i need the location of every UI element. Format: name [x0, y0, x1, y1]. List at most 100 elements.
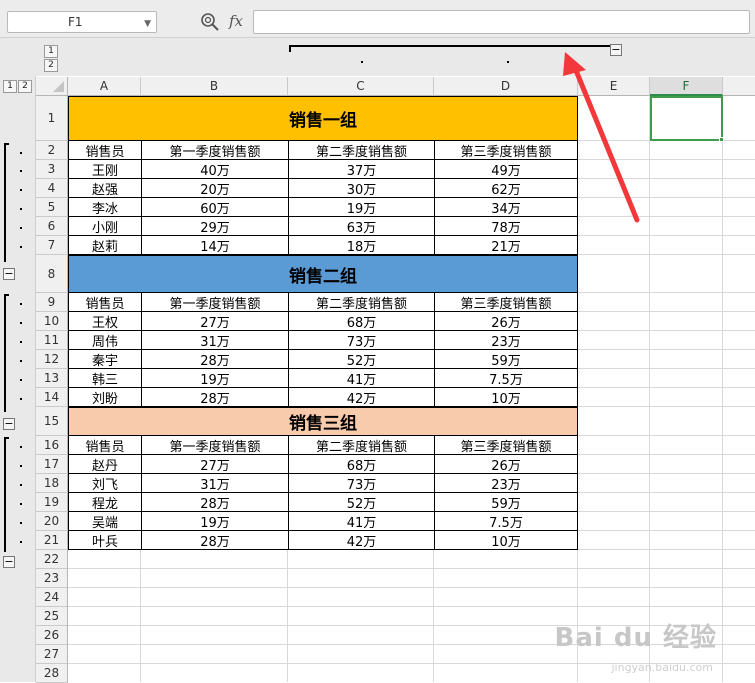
- group-title[interactable]: 销售三组: [68, 407, 578, 436]
- table-cell[interactable]: 73万: [288, 331, 434, 350]
- table-cell[interactable]: 程龙: [68, 493, 141, 512]
- column-header-b[interactable]: B: [141, 77, 288, 96]
- table-cell[interactable]: 刘飞: [68, 474, 141, 493]
- table-cell[interactable]: 63万: [288, 217, 434, 236]
- row-header[interactable]: 20: [36, 512, 68, 531]
- table-cell[interactable]: 40万: [141, 160, 288, 179]
- table-cell[interactable]: 19万: [141, 369, 288, 388]
- row-header[interactable]: 25: [36, 607, 68, 626]
- table-cell[interactable]: 59万: [434, 493, 578, 512]
- table-cell[interactable]: 秦宇: [68, 350, 141, 369]
- table-cell[interactable]: 10万: [434, 531, 578, 550]
- table-cell[interactable]: 19万: [288, 198, 434, 217]
- column-header-f[interactable]: F: [650, 77, 723, 96]
- table-cell[interactable]: 28万: [141, 493, 288, 512]
- table-cell[interactable]: 73万: [288, 474, 434, 493]
- table-cell[interactable]: 赵莉: [68, 236, 141, 255]
- table-cell[interactable]: 31万: [141, 331, 288, 350]
- row-header[interactable]: 11: [36, 331, 68, 350]
- table-cell[interactable]: 41万: [288, 512, 434, 531]
- table-cell[interactable]: 59万: [434, 350, 578, 369]
- row-header[interactable]: 27: [36, 645, 68, 664]
- row-header[interactable]: 3: [36, 160, 68, 179]
- row-header[interactable]: 14: [36, 388, 68, 407]
- row-header[interactable]: 19: [36, 493, 68, 512]
- row-header[interactable]: 28: [36, 664, 68, 683]
- table-cell[interactable]: 19万: [141, 512, 288, 531]
- column-heading-cell[interactable]: 第一季度销售额: [141, 293, 288, 312]
- table-cell[interactable]: 18万: [288, 236, 434, 255]
- table-cell[interactable]: 68万: [288, 455, 434, 474]
- table-cell[interactable]: 7.5万: [434, 369, 578, 388]
- row-header[interactable]: 23: [36, 569, 68, 588]
- row-collapse-button[interactable]: −: [3, 556, 15, 568]
- table-cell[interactable]: 14万: [141, 236, 288, 255]
- table-cell[interactable]: 41万: [288, 369, 434, 388]
- active-cell-f1[interactable]: [650, 96, 723, 141]
- table-cell[interactable]: 王权: [68, 312, 141, 331]
- row-header[interactable]: 15: [36, 407, 68, 436]
- table-cell[interactable]: 周伟: [68, 331, 141, 350]
- table-cell[interactable]: 28万: [141, 350, 288, 369]
- row-outline-level-1-button[interactable]: 1: [3, 80, 17, 93]
- col-outline-level-2-button[interactable]: 2: [44, 59, 58, 72]
- row-header[interactable]: 4: [36, 179, 68, 198]
- column-heading-cell[interactable]: 销售员: [68, 141, 141, 160]
- row-header[interactable]: 18: [36, 474, 68, 493]
- row-header[interactable]: 7: [36, 236, 68, 255]
- table-cell[interactable]: 26万: [434, 312, 578, 331]
- row-header[interactable]: 12: [36, 350, 68, 369]
- row-header[interactable]: 26: [36, 626, 68, 645]
- table-cell[interactable]: 10万: [434, 388, 578, 407]
- column-header-next[interactable]: [723, 77, 755, 96]
- table-cell[interactable]: 28万: [141, 531, 288, 550]
- row-collapse-button[interactable]: −: [3, 268, 15, 280]
- row-collapse-button[interactable]: −: [3, 418, 15, 430]
- column-heading-cell[interactable]: 第二季度销售额: [288, 436, 434, 455]
- column-heading-cell[interactable]: 第一季度销售额: [141, 141, 288, 160]
- table-cell[interactable]: 20万: [141, 179, 288, 198]
- table-cell[interactable]: 26万: [434, 455, 578, 474]
- table-cell[interactable]: 42万: [288, 388, 434, 407]
- table-cell[interactable]: 赵强: [68, 179, 141, 198]
- row-header[interactable]: 1: [36, 96, 68, 141]
- table-cell[interactable]: 27万: [141, 455, 288, 474]
- column-heading-cell[interactable]: 第一季度销售额: [141, 436, 288, 455]
- table-cell[interactable]: 28万: [141, 388, 288, 407]
- column-heading-cell[interactable]: 第三季度销售额: [434, 293, 578, 312]
- table-cell[interactable]: 37万: [288, 160, 434, 179]
- name-box[interactable]: F1 ▼: [7, 11, 157, 33]
- column-heading-cell[interactable]: 销售员: [68, 436, 141, 455]
- fx-icon[interactable]: fx: [229, 12, 243, 30]
- row-header[interactable]: 16: [36, 436, 68, 455]
- column-header-c[interactable]: C: [288, 77, 434, 96]
- table-cell[interactable]: 42万: [288, 531, 434, 550]
- table-cell[interactable]: 吴端: [68, 512, 141, 531]
- table-cell[interactable]: 小刚: [68, 217, 141, 236]
- table-cell[interactable]: 52万: [288, 350, 434, 369]
- col-outline-level-1-button[interactable]: 1: [44, 45, 58, 58]
- table-cell[interactable]: 23万: [434, 331, 578, 350]
- formula-input[interactable]: [253, 10, 750, 34]
- table-cell[interactable]: 23万: [434, 474, 578, 493]
- table-cell[interactable]: 李冰: [68, 198, 141, 217]
- table-cell[interactable]: 31万: [141, 474, 288, 493]
- row-header[interactable]: 24: [36, 588, 68, 607]
- table-cell[interactable]: 29万: [141, 217, 288, 236]
- row-header[interactable]: 9: [36, 293, 68, 312]
- table-cell[interactable]: 7.5万: [434, 512, 578, 531]
- table-cell[interactable]: 21万: [434, 236, 578, 255]
- chevron-down-icon[interactable]: ▼: [144, 14, 151, 34]
- select-all-corner[interactable]: [36, 77, 68, 96]
- table-cell[interactable]: 30万: [288, 179, 434, 198]
- table-cell[interactable]: 60万: [141, 198, 288, 217]
- table-cell[interactable]: 52万: [288, 493, 434, 512]
- column-heading-cell[interactable]: 销售员: [68, 293, 141, 312]
- zoom-icon[interactable]: [200, 12, 220, 32]
- column-header-a[interactable]: A: [68, 77, 141, 96]
- table-cell[interactable]: 刘盼: [68, 388, 141, 407]
- table-cell[interactable]: 韩三: [68, 369, 141, 388]
- group-title[interactable]: 销售一组: [68, 96, 578, 141]
- column-heading-cell[interactable]: 第二季度销售额: [288, 293, 434, 312]
- row-outline-level-2-button[interactable]: 2: [18, 80, 32, 93]
